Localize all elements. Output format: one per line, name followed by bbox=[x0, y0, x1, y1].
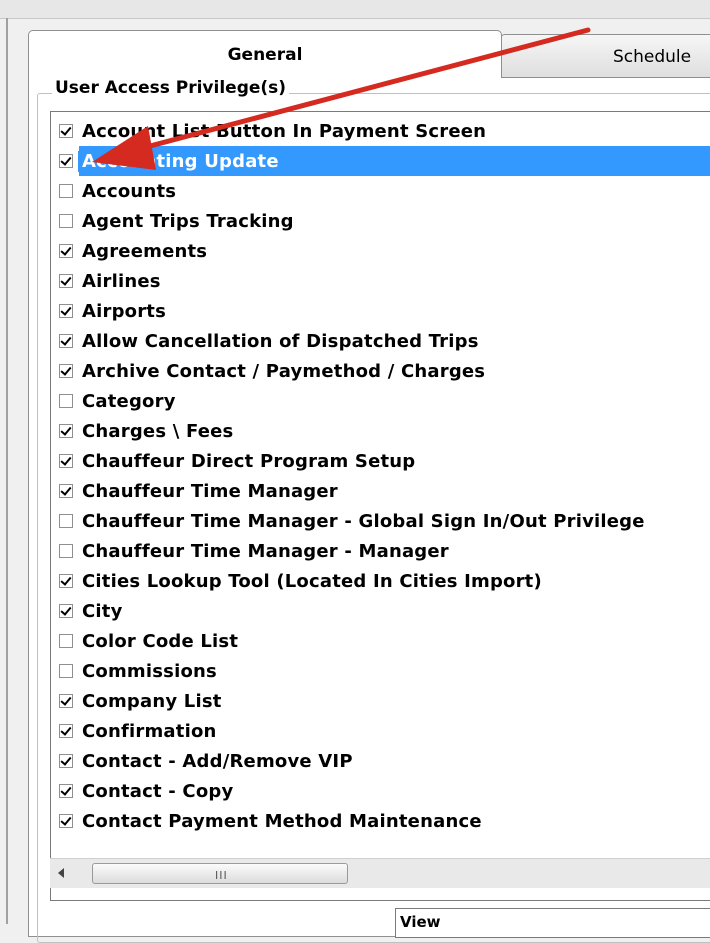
item-checkbox[interactable] bbox=[59, 634, 73, 648]
list-item[interactable]: Airports bbox=[59, 296, 710, 326]
item-label: Accounts bbox=[82, 180, 177, 202]
item-label: Account List Button In Payment Screen bbox=[82, 120, 487, 142]
item-label: Company List bbox=[82, 690, 222, 712]
item-checkbox[interactable] bbox=[59, 724, 73, 738]
tab-schedule[interactable]: Schedule bbox=[500, 34, 710, 78]
list-item[interactable]: City bbox=[59, 596, 710, 626]
item-checkbox[interactable] bbox=[59, 244, 73, 258]
horizontal-scrollbar[interactable]: III bbox=[50, 858, 710, 888]
group-label: User Access Privilege(s) bbox=[52, 78, 290, 98]
item-checkbox[interactable] bbox=[59, 424, 73, 438]
list-item[interactable]: Allow Cancellation of Dispatched Trips bbox=[59, 326, 710, 356]
item-checkbox[interactable] bbox=[59, 664, 73, 678]
item-checkbox[interactable] bbox=[59, 694, 73, 708]
tab-general[interactable]: General bbox=[28, 30, 502, 78]
item-checkbox[interactable] bbox=[59, 604, 73, 618]
item-label: Contact Payment Method Maintenance bbox=[82, 810, 482, 832]
item-checkbox[interactable] bbox=[59, 304, 73, 318]
item-checkbox[interactable] bbox=[59, 514, 73, 528]
item-label: Contact - Copy bbox=[82, 780, 234, 802]
list-item[interactable]: Agent Trips Tracking bbox=[59, 206, 710, 236]
item-checkbox[interactable] bbox=[59, 124, 73, 138]
item-label: Commissions bbox=[82, 660, 217, 682]
list-item[interactable]: Category bbox=[59, 386, 710, 416]
item-label: Cities Lookup Tool (Located In Cities Im… bbox=[82, 570, 542, 592]
item-label: Chauffeur Direct Program Setup bbox=[82, 450, 416, 472]
list-item[interactable]: Chauffeur Time Manager - Manager bbox=[59, 536, 710, 566]
item-label: Charges \ Fees bbox=[82, 420, 234, 442]
list-item[interactable]: Cities Lookup Tool (Located In Cities Im… bbox=[59, 566, 710, 596]
item-checkbox[interactable] bbox=[59, 814, 73, 828]
list-item[interactable]: Chauffeur Time Manager bbox=[59, 476, 710, 506]
item-checkbox[interactable] bbox=[59, 214, 73, 228]
view-label: View bbox=[400, 913, 441, 931]
item-checkbox[interactable] bbox=[59, 154, 73, 168]
item-label: Agreements bbox=[82, 240, 208, 262]
item-label: Color Code List bbox=[82, 630, 239, 652]
item-label: Chauffeur Time Manager bbox=[82, 480, 338, 502]
list-item[interactable]: Agreements bbox=[59, 236, 710, 266]
list-item[interactable]: Contact Payment Method Maintenance bbox=[59, 806, 710, 836]
list-item[interactable]: Charges \ Fees bbox=[59, 416, 710, 446]
list-item[interactable]: Airlines bbox=[59, 266, 710, 296]
list-item[interactable]: Archive Contact / Paymethod / Charges bbox=[59, 356, 710, 386]
item-label: Allow Cancellation of Dispatched Trips bbox=[82, 330, 479, 352]
item-checkbox[interactable] bbox=[59, 484, 73, 498]
item-checkbox[interactable] bbox=[59, 754, 73, 768]
item-label: Chauffeur Time Manager - Global Sign In/… bbox=[82, 510, 645, 532]
tab-schedule-label: Schedule bbox=[613, 46, 692, 67]
item-label: Contact - Add/Remove VIP bbox=[82, 750, 353, 772]
scrollbar-grip: III bbox=[215, 869, 228, 882]
item-label: Airports bbox=[82, 300, 167, 322]
item-label: Accounting Update bbox=[78, 150, 283, 172]
item-checkbox[interactable] bbox=[59, 544, 73, 558]
item-checkbox[interactable] bbox=[59, 454, 73, 468]
view-field[interactable]: View bbox=[395, 908, 710, 938]
item-label: Airlines bbox=[82, 270, 161, 292]
item-checkbox[interactable] bbox=[59, 274, 73, 288]
list-item[interactable]: Account List Button In Payment Screen bbox=[59, 116, 710, 146]
top-clipped-toolbar bbox=[0, 0, 710, 19]
privileges-checklist[interactable]: Account List Button In Payment Screen Acc… bbox=[50, 111, 710, 901]
item-label: Agent Trips Tracking bbox=[82, 210, 294, 232]
window-left-border bbox=[6, 18, 8, 924]
list-item[interactable]: Accounting Update bbox=[59, 146, 710, 176]
item-label: Archive Contact / Paymethod / Charges bbox=[82, 360, 486, 382]
item-checkbox[interactable] bbox=[59, 574, 73, 588]
scrollbar-thumb[interactable]: III bbox=[92, 863, 348, 884]
item-checkbox[interactable] bbox=[59, 184, 73, 198]
item-checkbox[interactable] bbox=[59, 394, 73, 408]
item-label: Chauffeur Time Manager - Manager bbox=[82, 540, 449, 562]
item-checkbox[interactable] bbox=[59, 784, 73, 798]
tab-general-label: General bbox=[227, 44, 303, 65]
scroll-left-arrow-icon[interactable] bbox=[58, 868, 64, 878]
list-item[interactable]: Confirmation bbox=[59, 716, 710, 746]
item-label: City bbox=[82, 600, 123, 622]
item-label: Category bbox=[82, 390, 176, 412]
list-item[interactable]: Contact - Add/Remove VIP bbox=[59, 746, 710, 776]
list-item[interactable]: Commissions bbox=[59, 656, 710, 686]
list-item[interactable]: Chauffeur Direct Program Setup bbox=[59, 446, 710, 476]
item-label: Confirmation bbox=[82, 720, 217, 742]
item-checkbox[interactable] bbox=[59, 364, 73, 378]
list-item[interactable]: Accounts bbox=[59, 176, 710, 206]
item-checkbox[interactable] bbox=[59, 334, 73, 348]
list-item[interactable]: Company List bbox=[59, 686, 710, 716]
list-item[interactable]: Contact - Copy bbox=[59, 776, 710, 806]
list-item[interactable]: Chauffeur Time Manager - Global Sign In/… bbox=[59, 506, 710, 536]
list-item[interactable]: Color Code List bbox=[59, 626, 710, 656]
